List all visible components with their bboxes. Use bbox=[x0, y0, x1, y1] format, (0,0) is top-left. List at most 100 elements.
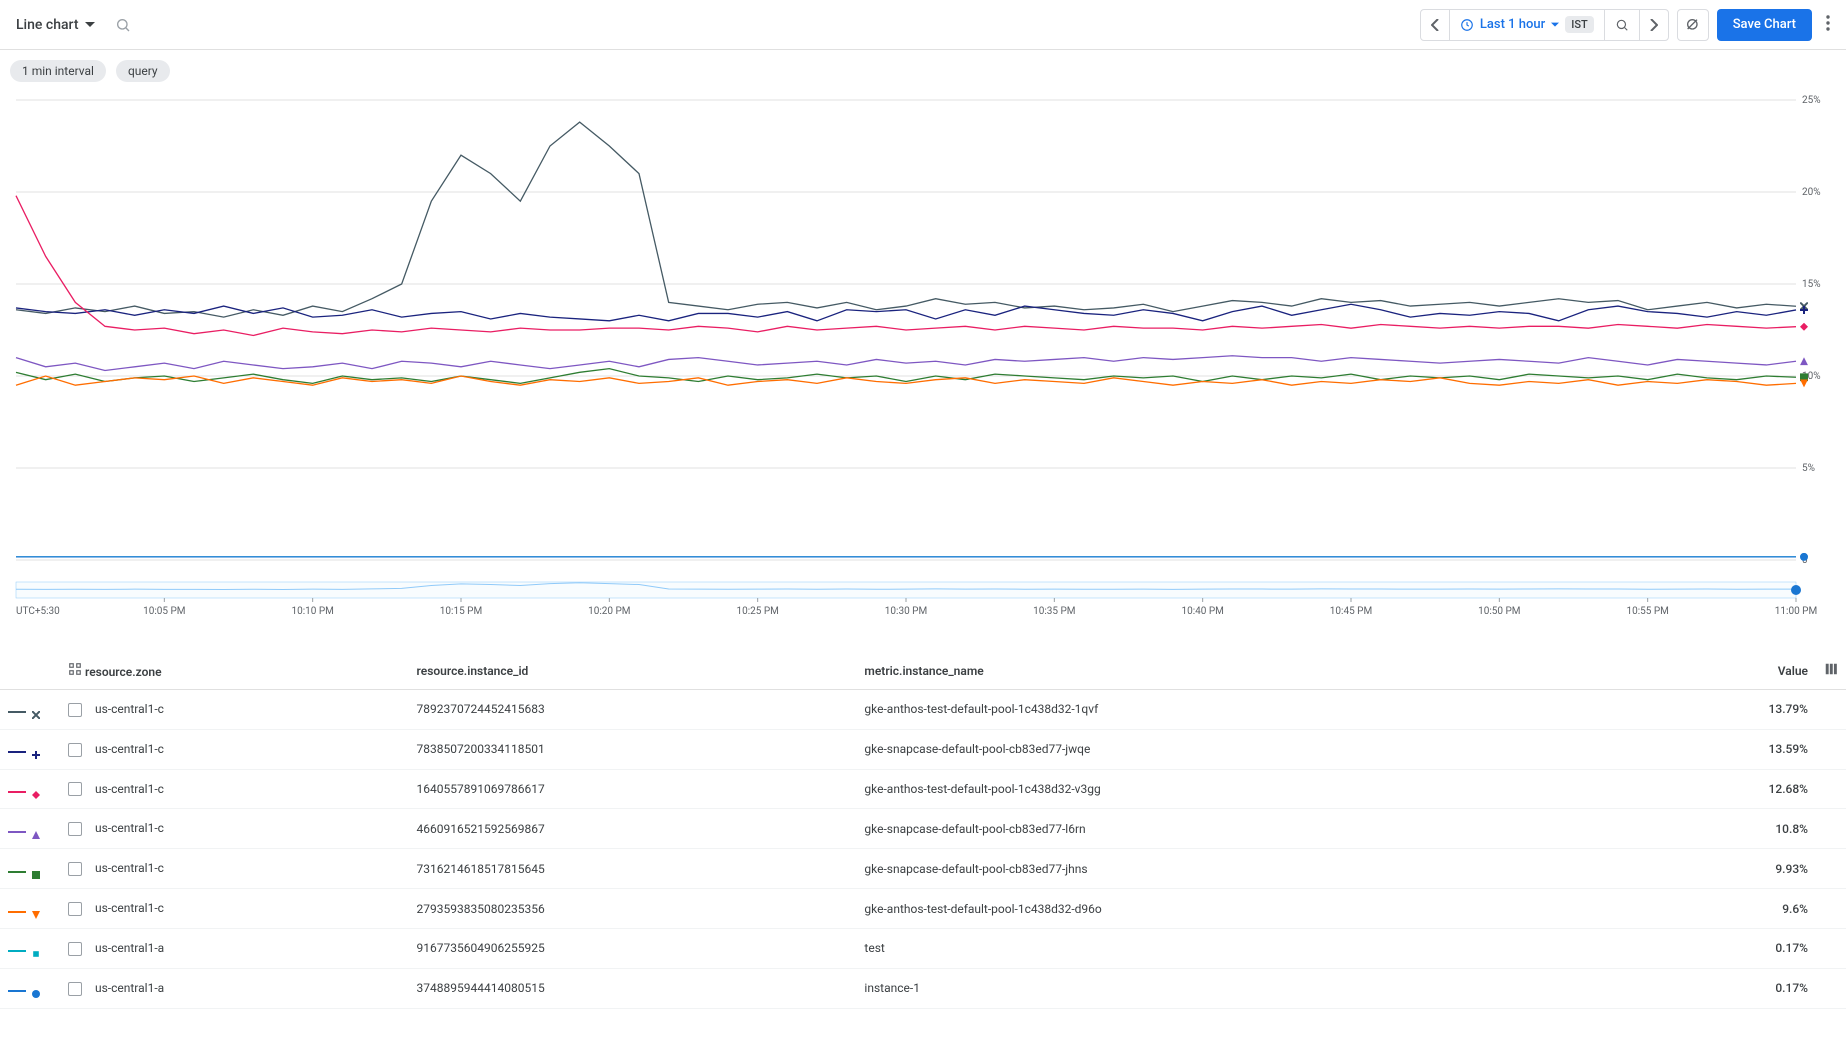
svg-text:10:10 PM: 10:10 PM bbox=[291, 606, 333, 617]
legend-row[interactable]: us-central1-a 9167735604906255925 test 0… bbox=[0, 928, 1846, 968]
more-options-button[interactable] bbox=[1820, 15, 1836, 35]
legend-value: 9.6% bbox=[1644, 889, 1816, 929]
time-next-button[interactable] bbox=[1640, 10, 1668, 40]
legend-row[interactable]: us-central1-c 2793593835080235356 gke-an… bbox=[0, 889, 1846, 929]
legend-marker bbox=[0, 968, 60, 1008]
legend-checkbox[interactable] bbox=[68, 782, 82, 796]
legend-zone: us-central1-c bbox=[60, 769, 409, 809]
legend-marker bbox=[0, 729, 60, 769]
legend-marker bbox=[0, 690, 60, 730]
toolbar-left: Line chart bbox=[10, 13, 131, 37]
search-icon[interactable] bbox=[115, 17, 131, 33]
legend-checkbox[interactable] bbox=[68, 902, 82, 916]
legend-row[interactable]: us-central1-c 7892370724452415683 gke-an… bbox=[0, 690, 1846, 730]
pill-query[interactable]: query bbox=[116, 60, 170, 82]
legend-checkbox[interactable] bbox=[68, 703, 82, 717]
legend-row[interactable]: us-central1-c 7316214618517815645 gke-sn… bbox=[0, 849, 1846, 889]
svg-text:10:05 PM: 10:05 PM bbox=[143, 606, 185, 617]
legend-row[interactable]: us-central1-c 7838507200334118501 gke-sn… bbox=[0, 729, 1846, 769]
svg-text:15%: 15% bbox=[1802, 279, 1821, 290]
legend-instance-name: test bbox=[856, 928, 1643, 968]
legend-zone: us-central1-c bbox=[60, 809, 409, 849]
legend-marker bbox=[0, 928, 60, 968]
legend-checkbox[interactable] bbox=[68, 982, 82, 996]
legend-checkbox[interactable] bbox=[68, 743, 82, 757]
legend-value: 10.8% bbox=[1644, 809, 1816, 849]
reset-icon bbox=[1685, 17, 1701, 33]
svg-text:UTC+5:30: UTC+5:30 bbox=[16, 606, 60, 617]
legend-value: 0.17% bbox=[1644, 928, 1816, 968]
legend-header-zone[interactable]: resource.zone bbox=[60, 652, 409, 690]
legend-header-instance-name[interactable]: metric.instance_name bbox=[856, 652, 1643, 690]
legend-header-instance-id[interactable]: resource.instance_id bbox=[409, 652, 857, 690]
legend-checkbox[interactable] bbox=[68, 862, 82, 876]
legend-value: 0.17% bbox=[1644, 968, 1816, 1008]
svg-text:10:55 PM: 10:55 PM bbox=[1626, 606, 1668, 617]
save-chart-button[interactable]: Save Chart bbox=[1717, 9, 1812, 41]
svg-text:25%: 25% bbox=[1802, 95, 1821, 106]
legend-marker bbox=[0, 809, 60, 849]
timezone-chip[interactable]: IST bbox=[1565, 16, 1593, 33]
svg-text:10:15 PM: 10:15 PM bbox=[440, 606, 482, 617]
legend-header-marker bbox=[0, 652, 60, 690]
chevron-down-icon bbox=[85, 22, 95, 28]
clock-icon bbox=[1460, 18, 1474, 32]
chart-type-dropdown[interactable]: Line chart bbox=[10, 13, 101, 37]
toolbar-right: Last 1 hour IST Save Chart bbox=[1420, 9, 1836, 41]
legend-instance-id: 9167735604906255925 bbox=[409, 928, 857, 968]
toolbar: Line chart Last 1 hour IST bbox=[0, 0, 1846, 50]
legend-instance-id: 7316214618517815645 bbox=[409, 849, 857, 889]
legend-header-row: resource.zone resource.instance_id metri… bbox=[0, 652, 1846, 690]
svg-text:20%: 20% bbox=[1802, 187, 1821, 198]
svg-text:10:25 PM: 10:25 PM bbox=[736, 606, 778, 617]
legend-zone: us-central1-c bbox=[60, 729, 409, 769]
legend-row[interactable]: us-central1-a 3748895944414080515 instan… bbox=[0, 968, 1846, 1008]
svg-text:10:40 PM: 10:40 PM bbox=[1181, 606, 1223, 617]
svg-text:10:35 PM: 10:35 PM bbox=[1033, 606, 1075, 617]
legend-row[interactable]: us-central1-c 4660916521592569867 gke-sn… bbox=[0, 809, 1846, 849]
legend-zone: us-central1-a bbox=[60, 968, 409, 1008]
legend-instance-name: gke-anthos-test-default-pool-1c438d32-v3… bbox=[856, 769, 1643, 809]
legend-instance-id: 7838507200334118501 bbox=[409, 729, 857, 769]
chevron-down-icon bbox=[1551, 22, 1559, 28]
svg-text:11:00 PM: 11:00 PM bbox=[1775, 606, 1817, 617]
legend-zone: us-central1-c bbox=[60, 889, 409, 929]
svg-text:10:20 PM: 10:20 PM bbox=[588, 606, 630, 617]
svg-text:10:30 PM: 10:30 PM bbox=[885, 606, 927, 617]
legend-zone-text: us-central1-c bbox=[95, 742, 164, 756]
legend-checkbox[interactable] bbox=[68, 942, 82, 956]
legend-instance-name: gke-anthos-test-default-pool-1c438d32-d9… bbox=[856, 889, 1643, 929]
columns-picker-button[interactable] bbox=[1816, 652, 1846, 690]
legend-instance-name: gke-snapcase-default-pool-cb83ed77-jwqe bbox=[856, 729, 1643, 769]
time-prev-button[interactable] bbox=[1421, 10, 1450, 40]
legend-zone-text: us-central1-c bbox=[95, 702, 164, 716]
legend-instance-id: 7892370724452415683 bbox=[409, 690, 857, 730]
legend-instance-id: 1640557891069786617 bbox=[409, 769, 857, 809]
legend-instance-name: gke-snapcase-default-pool-cb83ed77-jhns bbox=[856, 849, 1643, 889]
legend-zone-text: us-central1-a bbox=[95, 981, 164, 995]
legend-instance-name: gke-snapcase-default-pool-cb83ed77-l6rn bbox=[856, 809, 1643, 849]
legend-row[interactable]: us-central1-c 1640557891069786617 gke-an… bbox=[0, 769, 1846, 809]
legend-zone-text: us-central1-a bbox=[95, 941, 164, 955]
legend-zone-text: us-central1-c bbox=[95, 821, 164, 835]
save-chart-label: Save Chart bbox=[1733, 17, 1796, 32]
chart-type-label: Line chart bbox=[16, 17, 79, 33]
legend-value: 13.59% bbox=[1644, 729, 1816, 769]
pills-row: 1 min interval query bbox=[0, 50, 1846, 92]
search-icon bbox=[1615, 18, 1629, 32]
legend-header-value[interactable]: Value bbox=[1644, 652, 1816, 690]
svg-text:10:50 PM: 10:50 PM bbox=[1478, 606, 1520, 617]
reset-zoom-button[interactable] bbox=[1677, 9, 1709, 41]
legend-zone-text: us-central1-c bbox=[95, 861, 164, 875]
zoom-button[interactable] bbox=[1605, 10, 1640, 40]
legend-instance-name: gke-anthos-test-default-pool-1c438d32-1q… bbox=[856, 690, 1643, 730]
time-range-picker[interactable]: Last 1 hour IST bbox=[1450, 10, 1605, 40]
legend-instance-id: 2793593835080235356 bbox=[409, 889, 857, 929]
chart-area: 05%10%15%20%25%10:05 PM10:10 PM10:15 PM1… bbox=[0, 92, 1846, 652]
line-chart[interactable]: 05%10%15%20%25%10:05 PM10:10 PM10:15 PM1… bbox=[10, 92, 1836, 652]
legend-checkbox[interactable] bbox=[68, 822, 82, 836]
legend-value: 12.68% bbox=[1644, 769, 1816, 809]
legend-instance-id: 4660916521592569867 bbox=[409, 809, 857, 849]
pill-interval[interactable]: 1 min interval bbox=[10, 60, 106, 82]
legend-value: 13.79% bbox=[1644, 690, 1816, 730]
